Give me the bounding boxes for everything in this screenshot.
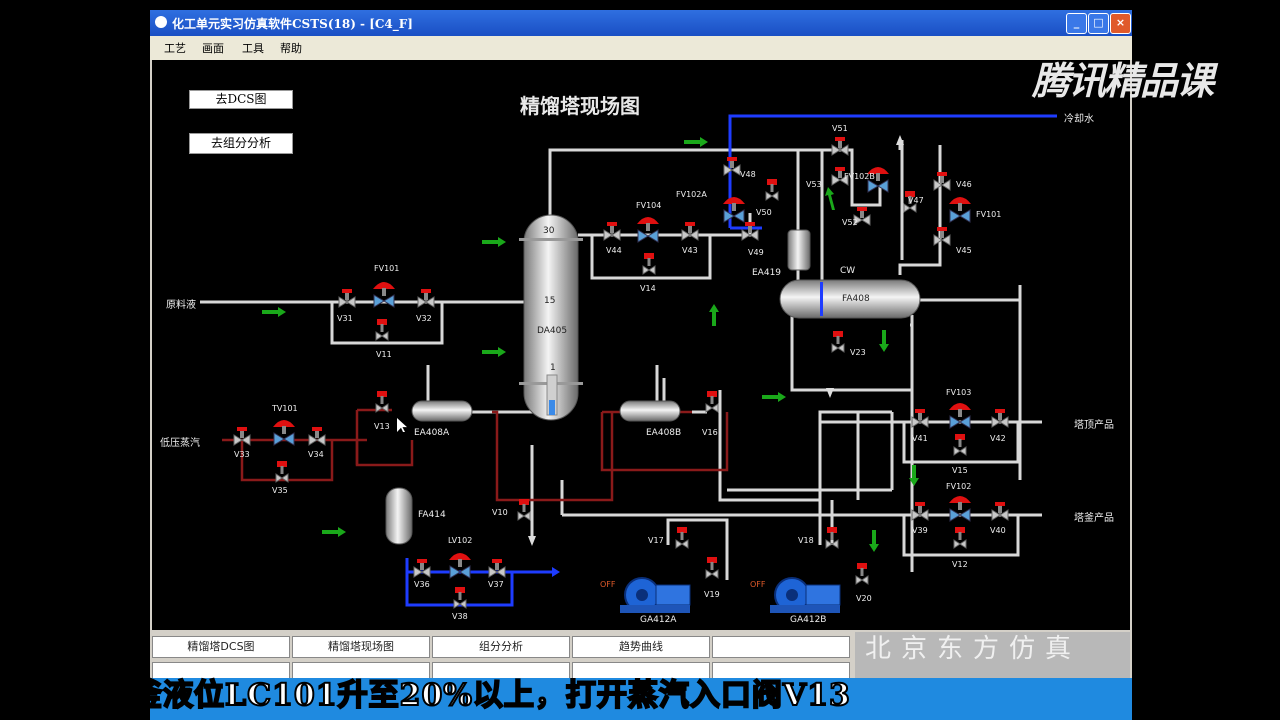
app-window: 化工单元实习仿真软件CSTS(18) - [C4_F] _ □ × 工艺 画面 … (150, 10, 1132, 720)
tag-v44[interactable]: V44 (606, 246, 622, 255)
label-feed: 原料液 (166, 300, 196, 311)
maximize-button[interactable]: □ (1088, 13, 1109, 34)
tag-v42[interactable]: V42 (990, 434, 1006, 443)
tag-v52[interactable]: V52 (842, 218, 858, 227)
label-steam: 低压蒸汽 (160, 438, 200, 449)
tag-v14[interactable]: V14 (640, 284, 656, 293)
pump-ga412a (619, 577, 691, 614)
tag-fv101-feed[interactable]: FV101 (374, 264, 399, 273)
tag-v32[interactable]: V32 (416, 314, 432, 323)
control-valve-fv104 (636, 216, 660, 243)
tag-v37[interactable]: V37 (488, 580, 504, 589)
tag-v13[interactable]: V13 (374, 422, 390, 431)
tag-v11[interactable]: V11 (376, 350, 392, 359)
tag-v23[interactable]: V23 (850, 348, 866, 357)
process-canvas: 去DCS图 去组分分析 精馏塔现场图 原料液 低压蒸汽 冷却水 塔顶产品 塔釜产… (152, 60, 1130, 630)
screen-title: 精馏塔现场图 (520, 94, 640, 118)
window-title: 化工单元实习仿真软件CSTS(18) - [C4_F] (172, 17, 413, 31)
tag-v38[interactable]: V38 (452, 612, 468, 621)
tag-v19[interactable]: V19 (704, 590, 720, 599)
app-icon (155, 16, 167, 28)
tag-v33[interactable]: V33 (234, 450, 250, 459)
minimize-button[interactable]: _ (1066, 13, 1087, 34)
control-valve-fv103 (948, 402, 972, 429)
pump-ga412b (769, 577, 841, 614)
tag-fv102[interactable]: FV102 (946, 482, 971, 491)
label-ga412b: GA412B (790, 615, 827, 625)
close-button[interactable]: × (1110, 13, 1131, 34)
tag-v18[interactable]: V18 (798, 536, 814, 545)
pump-b-status: OFF (750, 580, 766, 589)
control-valve-fv102a (722, 196, 746, 223)
nav-dcs-button[interactable]: 精馏塔DCS图 (152, 636, 290, 658)
label-cw: CW (840, 266, 856, 276)
tag-fv102b[interactable]: FV102B (844, 172, 875, 181)
tag-v20[interactable]: V20 (856, 594, 872, 603)
watermark-logo: 腾讯精品课 (1032, 59, 1214, 103)
control-valve-lv102 (448, 552, 472, 579)
menu-help[interactable]: 帮助 (280, 40, 302, 56)
label-da405: DA405 (537, 326, 568, 336)
tag-v41[interactable]: V41 (912, 434, 928, 443)
tag-fv103[interactable]: FV103 (946, 388, 971, 397)
tag-v36[interactable]: V36 (414, 580, 430, 589)
tag-v10[interactable]: V10 (492, 508, 508, 517)
tag-tv101[interactable]: TV101 (272, 404, 298, 413)
column-da405 (519, 214, 583, 421)
label-cooling-water: 冷却水 (1064, 114, 1094, 125)
tag-lv102[interactable]: LV102 (448, 536, 472, 545)
nav-empty-button-1[interactable] (712, 636, 850, 658)
tag-v46[interactable]: V46 (956, 180, 972, 189)
menu-screen[interactable]: 画面 (202, 40, 224, 56)
tag-v48[interactable]: V48 (740, 170, 756, 179)
title-bar: 化工单元实习仿真软件CSTS(18) - [C4_F] _ □ × (150, 10, 1132, 36)
reboiler-ea408b (619, 400, 681, 422)
control-valve-fv101 (948, 196, 972, 223)
tag-v49[interactable]: V49 (748, 248, 764, 257)
menu-tools[interactable]: 工具 (242, 40, 264, 56)
tag-fv104[interactable]: FV104 (636, 201, 661, 210)
tag-v15[interactable]: V15 (952, 466, 968, 475)
tray-1: 1 (550, 363, 556, 373)
label-fa414: FA414 (418, 510, 446, 520)
process-diagram (200, 114, 1057, 614)
tag-fv101[interactable]: FV101 (976, 210, 1001, 219)
pump-a-status: OFF (600, 580, 616, 589)
tag-fv102a[interactable]: FV102A (676, 190, 707, 199)
tag-v53[interactable]: V53 (806, 180, 822, 189)
nav-analysis-button[interactable]: 组分分析 (432, 636, 570, 658)
tag-v51[interactable]: V51 (832, 124, 848, 133)
label-ea419: EA419 (752, 268, 782, 278)
tag-v16[interactable]: V16 (702, 428, 718, 437)
control-valve-fv102 (948, 495, 972, 522)
nav-field-button[interactable]: 精馏塔现场图 (292, 636, 430, 658)
label-ga412a: GA412A (640, 615, 677, 625)
brand-text: 北京东方仿真 (865, 634, 1082, 664)
menu-bar: 工艺 画面 工具 帮助 (150, 36, 1132, 60)
video-subtitle: 待塔釜液位LC101升至20%以上，打开蒸汽入口阀V13 (69, 677, 851, 714)
label-fa408: FA408 (842, 294, 870, 304)
nav-trend-button[interactable]: 趋势曲线 (572, 636, 710, 658)
tag-v39[interactable]: V39 (912, 526, 928, 535)
reboiler-ea408a (411, 400, 473, 422)
tag-v50[interactable]: V50 (756, 208, 772, 217)
tag-v47[interactable]: V47 (908, 196, 924, 205)
label-top-product: 塔顶产品 (1074, 420, 1114, 431)
tag-v31[interactable]: V31 (337, 314, 353, 323)
label-ea408b: EA408B (646, 428, 682, 438)
tag-v40[interactable]: V40 (990, 526, 1006, 535)
tag-v34[interactable]: V34 (308, 450, 324, 459)
tag-v12[interactable]: V12 (952, 560, 968, 569)
tag-v17[interactable]: V17 (648, 536, 664, 545)
condenser-ea419 (787, 229, 811, 271)
tag-v43[interactable]: V43 (682, 246, 698, 255)
tag-v45[interactable]: V45 (956, 246, 972, 255)
tank-fa414 (385, 487, 413, 545)
tray-30: 30 (543, 226, 555, 236)
label-bottom-product: 塔釜产品 (1074, 513, 1114, 524)
tag-v35[interactable]: V35 (272, 486, 288, 495)
tray-15: 15 (544, 296, 556, 306)
menu-process[interactable]: 工艺 (164, 40, 186, 56)
label-ea408a: EA408A (414, 428, 450, 438)
